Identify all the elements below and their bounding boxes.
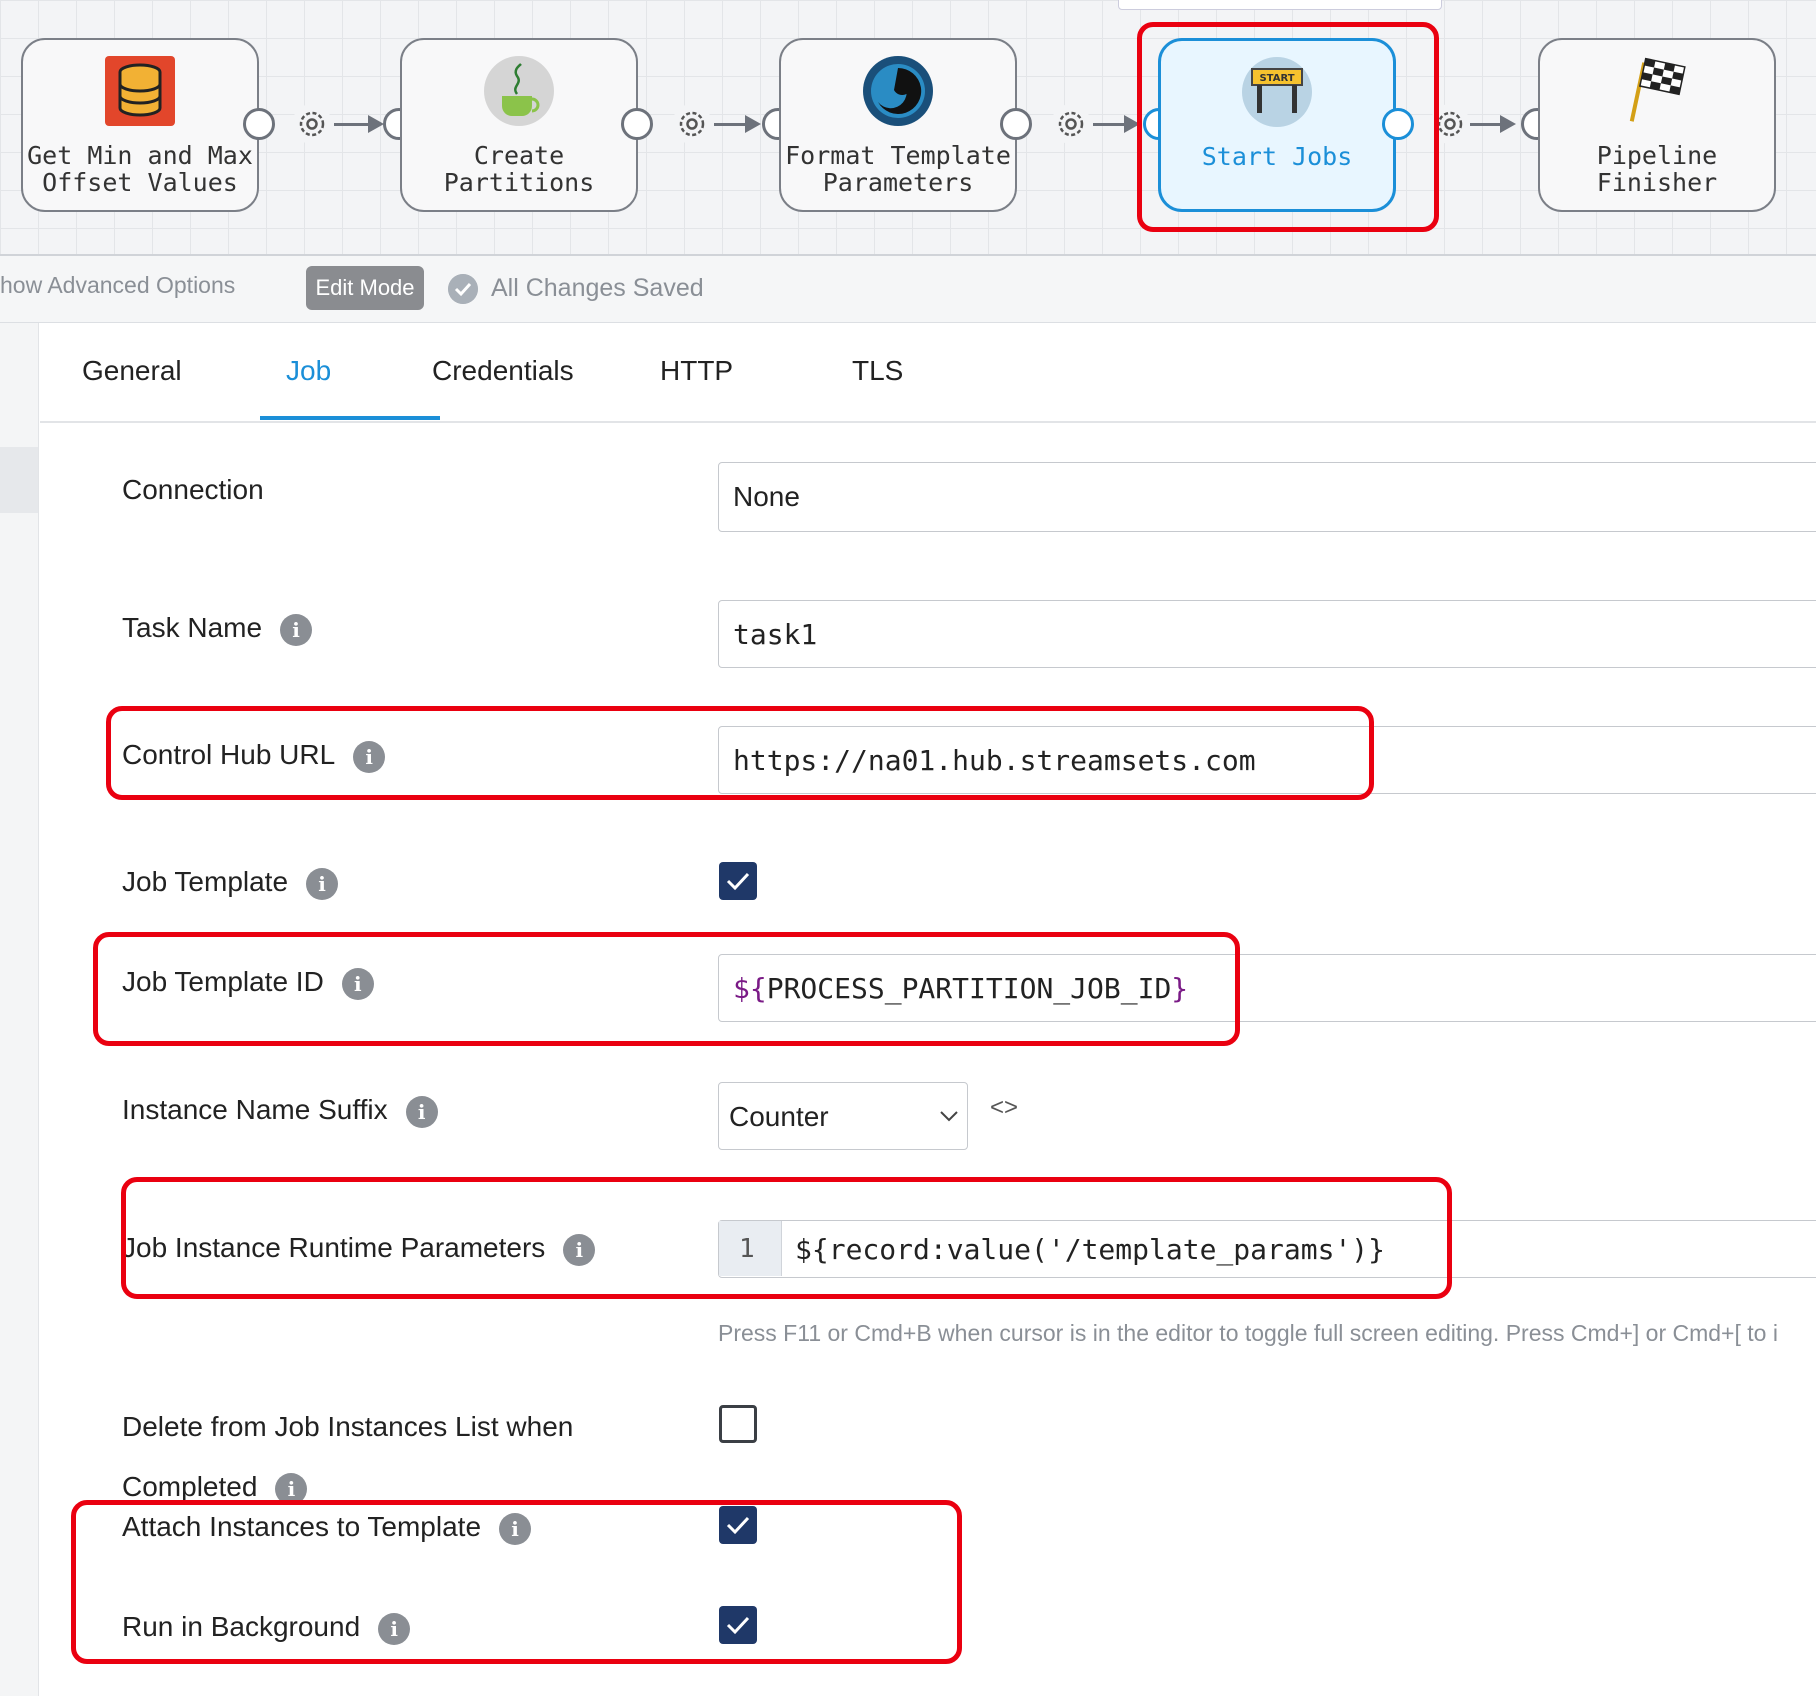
- stage-label: Pipeline Finisher: [1596, 141, 1718, 197]
- sidebar-highlight: [0, 447, 38, 513]
- tab-http[interactable]: HTTP: [660, 355, 733, 387]
- instance-name-suffix-select[interactable]: Counter: [718, 1082, 968, 1150]
- job-template-label: Job Template i: [122, 866, 339, 900]
- stage-create-partitions[interactable]: Create Partitions: [400, 38, 638, 212]
- gear-icon[interactable]: [672, 104, 712, 144]
- stage-label: Create Partitions: [443, 141, 595, 197]
- checkered-flag-icon: [1629, 57, 1686, 122]
- stage-label: Format Template Parameters: [785, 141, 1011, 197]
- groovy-swirl-icon: [863, 56, 933, 126]
- stage-label: Get Min and Max Offset Values: [27, 141, 253, 197]
- saved-status: All Changes Saved: [491, 274, 704, 302]
- highlight-box: [106, 706, 1374, 800]
- show-advanced-options-link[interactable]: how Advanced Options: [0, 272, 235, 299]
- editor-help-text: Press F11 or Cmd+B when cursor is in the…: [718, 1320, 1778, 1346]
- delete-from-list-checkbox[interactable]: [719, 1405, 757, 1443]
- info-icon[interactable]: i: [306, 867, 339, 900]
- tab-tls[interactable]: TLS: [852, 355, 903, 387]
- config-tabs: General Job Credentials HTTP TLS: [40, 323, 1816, 423]
- edit-mode-badge[interactable]: Edit Mode: [306, 266, 424, 310]
- job-template-checkbox[interactable]: [719, 862, 757, 900]
- connection-select[interactable]: None: [718, 462, 1816, 532]
- checkmark-icon: [726, 872, 750, 891]
- jython-cup-icon: [484, 56, 554, 126]
- canvas-top-tab: [1118, 0, 1442, 10]
- tab-general[interactable]: General: [82, 355, 182, 387]
- arrow-icon: [368, 115, 384, 133]
- stage-get-min-max-offset[interactable]: Get Min and Max Offset Values: [21, 38, 259, 212]
- arrow-icon: [745, 115, 761, 133]
- pipeline-canvas[interactable]: Get Min and Max Offset Values Create Par…: [0, 0, 1816, 256]
- highlight-box: [1137, 22, 1439, 232]
- code-toggle-icon[interactable]: <>: [990, 1094, 1018, 1122]
- gear-icon[interactable]: [1051, 104, 1091, 144]
- check-circle-icon: [448, 274, 478, 304]
- stage-format-template-parameters[interactable]: Format Template Parameters: [779, 38, 1017, 212]
- output-port[interactable]: [621, 108, 653, 140]
- chevron-down-icon: [940, 1111, 958, 1122]
- output-port[interactable]: [1000, 108, 1032, 140]
- highlight-box: [121, 1177, 1452, 1299]
- gear-icon[interactable]: [292, 104, 332, 144]
- task-name-input[interactable]: task1: [718, 600, 1816, 668]
- arrow-icon: [1500, 115, 1516, 133]
- highlight-box: [93, 932, 1240, 1046]
- config-toolbar: how Advanced Options Edit Mode All Chang…: [0, 256, 1816, 323]
- output-port[interactable]: [243, 108, 275, 140]
- active-tab-indicator: [260, 416, 440, 420]
- delete-from-list-label: Delete from Job Instances List when: [122, 1411, 574, 1442]
- tab-job[interactable]: Job: [286, 355, 331, 387]
- info-icon[interactable]: i: [280, 613, 313, 646]
- tab-credentials[interactable]: Credentials: [432, 355, 574, 387]
- stage-pipeline-finisher[interactable]: Pipeline Finisher: [1538, 38, 1776, 212]
- connection-label: Connection: [122, 474, 264, 505]
- instance-name-suffix-label: Instance Name Suffix i: [122, 1094, 438, 1128]
- task-name-label: Task Name i: [122, 612, 313, 646]
- left-sidebar: [0, 323, 39, 1696]
- info-icon[interactable]: i: [405, 1095, 438, 1128]
- database-icon: [105, 56, 175, 126]
- highlight-box: [71, 1500, 962, 1664]
